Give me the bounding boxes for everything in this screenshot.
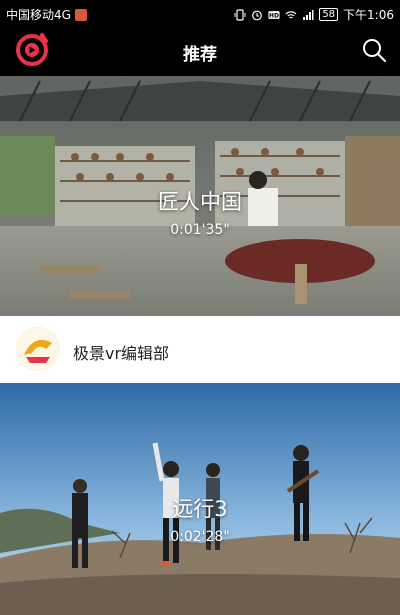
status-bar: 中国移动4G HD 58 下午1:06 — [0, 0, 400, 28]
app-header: 推荐 — [0, 28, 400, 76]
video-title: 匠人中国 — [158, 190, 242, 214]
wifi-icon — [285, 10, 297, 18]
vibrate-icon — [234, 8, 246, 21]
channel-logo-icon — [16, 327, 60, 371]
notification-badge-icon — [74, 8, 87, 21]
video-duration: 0:01'35" — [170, 222, 230, 238]
hd-icon: HD — [268, 10, 280, 19]
video-duration: 0:02'28" — [170, 529, 230, 545]
channel-name[interactable]: 极景vr编辑部 — [73, 340, 169, 364]
status-left: 中国移动4G — [6, 6, 87, 23]
page-title: 推荐 — [183, 45, 217, 65]
clock-label: 下午1:06 — [343, 8, 394, 22]
search-icon[interactable] — [360, 36, 388, 64]
channel-row[interactable]: 极景vr编辑部 — [0, 316, 400, 383]
signal-icon — [303, 9, 314, 20]
avatar[interactable] — [16, 327, 60, 371]
video-card[interactable]: 匠人中国 0:01'35" — [0, 76, 400, 316]
video-title: 远行3 — [172, 497, 228, 521]
app-screen: 中国移动4G HD 58 下午1:06 推荐 匠人中国 0:01'35" 极景v… — [0, 0, 400, 615]
alarm-icon — [252, 10, 263, 20]
carrier-label: 中国移动4G — [6, 8, 71, 22]
svg-text:HD: HD — [269, 12, 279, 19]
video-card[interactable]: 远行3 0:02'28" — [0, 383, 400, 615]
status-right: HD 58 下午1:06 — [234, 6, 394, 23]
battery-icon: 58 — [319, 8, 339, 21]
